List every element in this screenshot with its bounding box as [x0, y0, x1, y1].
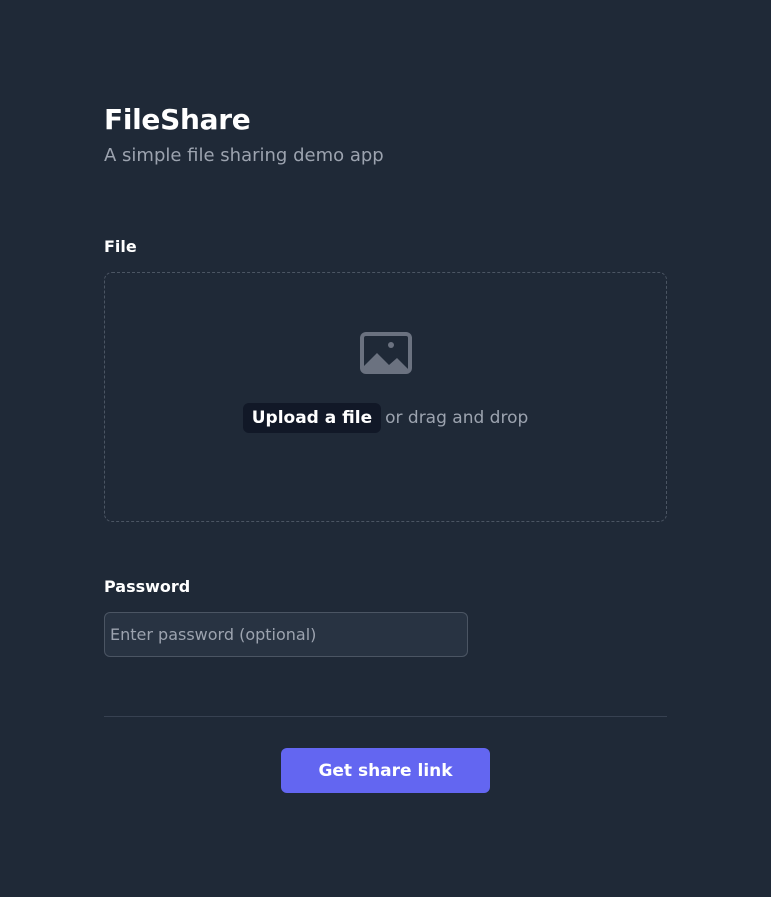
upload-form: FileShare A simple file sharing demo app… — [104, 100, 667, 793]
password-label: Password — [104, 577, 191, 596]
upload-file-link[interactable]: Upload a file — [242, 403, 382, 433]
file-label: File — [104, 237, 137, 256]
app-subtitle: A simple file sharing demo app — [104, 145, 384, 166]
password-input[interactable] — [104, 612, 468, 657]
image-icon — [360, 332, 412, 374]
app-title: FileShare — [104, 103, 251, 136]
get-share-link-button[interactable]: Get share link — [281, 748, 490, 793]
drag-drop-text: or drag and drop — [385, 408, 529, 428]
divider — [104, 716, 667, 717]
file-dropzone[interactable]: Upload a file or drag and drop — [104, 272, 667, 522]
dropzone-text-row: Upload a file or drag and drop — [105, 403, 666, 433]
